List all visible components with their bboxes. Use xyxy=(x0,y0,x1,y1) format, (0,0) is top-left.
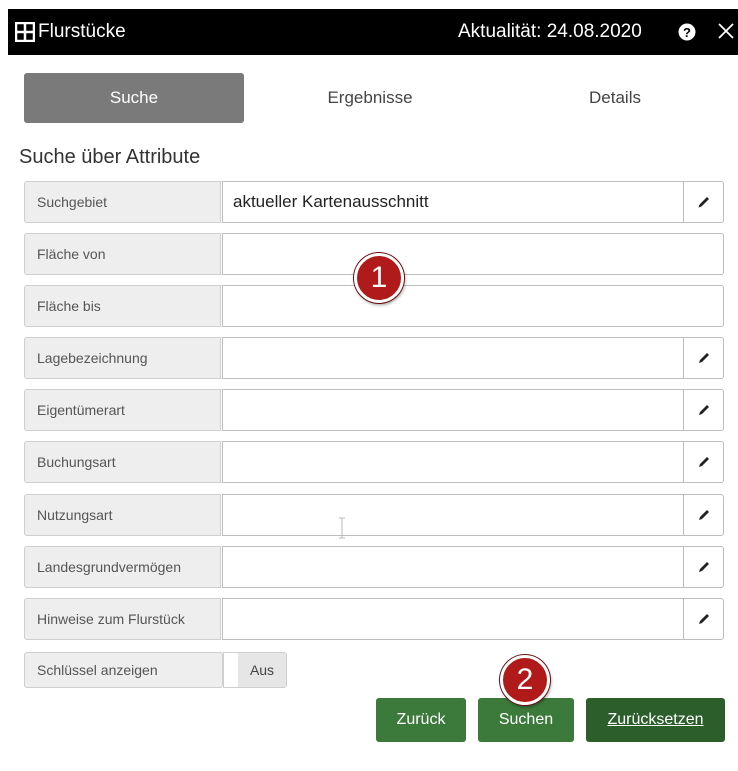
schluessel-toggle[interactable]: Aus xyxy=(223,652,287,688)
field-label: Landesgrundvermögen xyxy=(24,546,221,588)
pencil-icon xyxy=(699,562,709,572)
toggle-label: Schlüssel anzeigen xyxy=(24,652,223,688)
text-cursor-icon xyxy=(339,517,345,539)
buchungsart-input[interactable] xyxy=(222,441,684,483)
pencil-icon xyxy=(699,405,709,415)
flaeche-bis-input[interactable] xyxy=(222,285,724,327)
nutzungsart-input[interactable] xyxy=(222,494,684,536)
flaeche-von-input[interactable] xyxy=(222,233,724,275)
tab-suche[interactable]: Suche xyxy=(24,73,244,123)
field-label: Lagebezeichnung xyxy=(24,337,221,379)
pencil-icon xyxy=(698,197,709,208)
pencil-icon xyxy=(699,353,709,363)
step-badge-2: 2 xyxy=(500,655,550,705)
row-eigentuemerart: Eigentümerart xyxy=(24,389,724,431)
field-label: Fläche von xyxy=(24,233,221,275)
field-label: Buchungsart xyxy=(24,441,221,483)
edit-button[interactable] xyxy=(683,389,724,431)
pencil-icon xyxy=(699,510,709,520)
pencil-icon xyxy=(699,614,709,624)
row-lagebezeichnung: Lagebezeichnung xyxy=(24,337,724,379)
row-nutzungsart: Nutzungsart xyxy=(24,494,724,536)
edit-button[interactable] xyxy=(683,337,724,379)
hinweise-input[interactable] xyxy=(222,598,684,640)
pencil-icon xyxy=(699,457,709,467)
toggle-knob[interactable] xyxy=(224,653,239,687)
edit-button[interactable] xyxy=(683,181,724,223)
field-label: Fläche bis xyxy=(24,285,221,327)
field-label: Nutzungsart xyxy=(24,494,221,536)
field-label: Suchgebiet xyxy=(24,181,221,223)
aktualitaet-text: Aktualität: 24.08.2020 xyxy=(458,21,642,42)
edit-button[interactable] xyxy=(683,546,724,588)
close-icon[interactable] xyxy=(715,20,737,42)
landesgrundvermoegen-input[interactable] xyxy=(222,546,684,588)
section-title: Suche über Attribute xyxy=(19,146,201,168)
row-suchgebiet: Suchgebiet aktueller Kartenausschnitt xyxy=(24,181,724,223)
edit-button[interactable] xyxy=(683,598,724,640)
field-label: Hinweise zum Flurstück xyxy=(24,598,221,640)
tab-ergebnisse[interactable]: Ergebnisse xyxy=(270,73,470,123)
tab-details[interactable]: Details xyxy=(520,73,710,123)
reset-button[interactable]: Zurücksetzen xyxy=(586,698,725,742)
suchgebiet-input[interactable]: aktueller Kartenausschnitt xyxy=(222,181,684,223)
toggle-state: Aus xyxy=(238,653,286,687)
help-icon[interactable]: ? xyxy=(678,23,696,41)
row-buchungsart: Buchungsart xyxy=(24,441,724,483)
window-title: Flurstücke xyxy=(38,21,126,42)
row-landesgrundvermoegen: Landesgrundvermögen xyxy=(24,546,724,588)
edit-button[interactable] xyxy=(683,441,724,483)
eigentuemerart-input[interactable] xyxy=(222,389,684,431)
row-hinweise: Hinweise zum Flurstück xyxy=(24,598,724,640)
back-button[interactable]: Zurück xyxy=(376,698,466,742)
svg-text:?: ? xyxy=(683,25,691,40)
step-badge-1: 1 xyxy=(354,253,404,303)
lagebezeichnung-input[interactable] xyxy=(222,337,684,379)
edit-button[interactable] xyxy=(683,494,724,536)
grid-icon xyxy=(15,22,35,42)
title-bar: Flurstücke Aktualität: 24.08.2020 ? xyxy=(8,9,738,55)
field-label: Eigentümerart xyxy=(24,389,221,431)
